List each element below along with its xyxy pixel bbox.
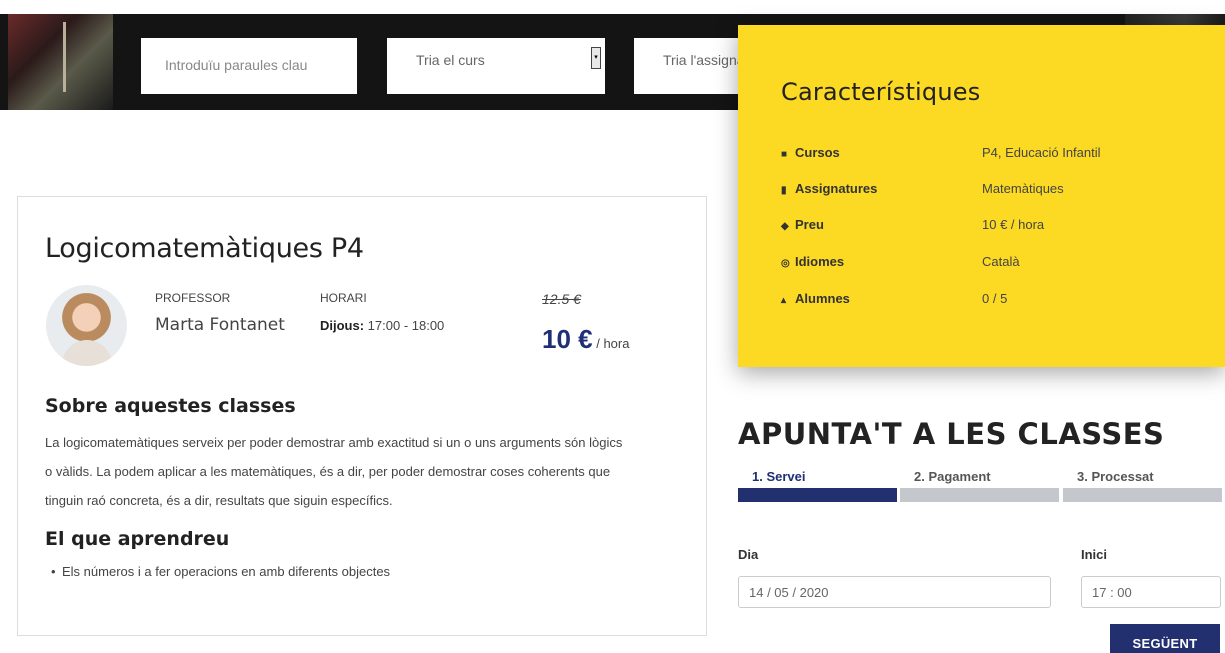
course-select-label: Tria el curs bbox=[416, 52, 485, 68]
keyword-search-input[interactable]: Introduïu paraules clau bbox=[141, 38, 357, 94]
feature-value: Català bbox=[982, 254, 1020, 269]
select-arrow-icon[interactable]: ▾ bbox=[591, 47, 601, 69]
features-title: Característiques bbox=[781, 78, 981, 106]
feature-row-students: ▴ Alumnes 0 / 5 bbox=[781, 291, 1211, 311]
day-label: Dia bbox=[738, 547, 759, 562]
course-select[interactable]: Tria el curs ▾ bbox=[387, 38, 605, 94]
feature-label-text: Cursos bbox=[795, 145, 840, 160]
feature-label-text: Alumnes bbox=[795, 291, 850, 306]
next-button[interactable]: SEGÜENT bbox=[1110, 624, 1220, 653]
class-card: Logicomatemàtiques P4 PROFESSOR Marta Fo… bbox=[17, 196, 707, 636]
start-label: Inici bbox=[1081, 547, 1108, 562]
feature-row-courses: ■ Cursos P4, Educació Infantil bbox=[781, 145, 1211, 165]
subject-select[interactable]: Tria l'assignatura bbox=[634, 38, 744, 94]
header-image bbox=[8, 14, 113, 110]
about-title: Sobre aquestes classes bbox=[45, 395, 296, 417]
feature-label: ◎ Idiomes bbox=[781, 254, 844, 269]
feature-label-text: Idiomes bbox=[795, 254, 845, 269]
teacher-avatar bbox=[46, 285, 127, 366]
tag-icon: ◆ bbox=[781, 221, 789, 232]
schedule-label: HORARI bbox=[320, 291, 367, 305]
schedule-value: Dijous: 17:00 - 18:00 bbox=[320, 318, 444, 333]
step-progress-service bbox=[738, 488, 897, 502]
step-service[interactable]: 1. Servei bbox=[752, 469, 806, 484]
briefcase-icon: ■ bbox=[781, 149, 788, 160]
subject-select-label: Tria l'assignatura bbox=[663, 52, 744, 68]
about-line: La logicomatemàtiques serveix per poder … bbox=[45, 435, 623, 450]
learn-title: El que aprendreu bbox=[45, 528, 230, 550]
feature-value: 0 / 5 bbox=[982, 291, 1008, 306]
step-progress-processed bbox=[1063, 488, 1222, 502]
schedule-time: 17:00 - 18:00 bbox=[364, 318, 445, 333]
price-value: 10 € bbox=[542, 324, 593, 354]
learn-list-item: Els números i a fer operacions en amb di… bbox=[51, 564, 390, 579]
about-line: tinguin raó concreta, és a dir, resultat… bbox=[45, 493, 393, 508]
about-description: La logicomatemàtiques serveix per poder … bbox=[45, 428, 695, 515]
enroll-title: APUNTA'T A LES CLASSES bbox=[738, 417, 1165, 451]
price: 10 € / hora bbox=[542, 324, 629, 355]
step-processed[interactable]: 3. Processat bbox=[1077, 469, 1154, 484]
step-payment[interactable]: 2. Pagament bbox=[914, 469, 991, 484]
feature-value: Matemàtiques bbox=[982, 181, 1064, 196]
feature-row-price: ◆ Preu 10 € / hora bbox=[781, 217, 1211, 237]
feature-label-text: Assignatures bbox=[795, 181, 878, 196]
feature-label-text: Preu bbox=[795, 217, 824, 232]
about-line: o vàlids. La podem aplicar a les matemàt… bbox=[45, 464, 611, 479]
features-panel: Característiques ■ Cursos P4, Educació In… bbox=[738, 25, 1225, 367]
feature-label: ▮ Assignatures bbox=[781, 181, 877, 196]
book-icon: ▮ bbox=[781, 185, 787, 196]
step-progress-payment bbox=[900, 488, 1059, 502]
feature-row-languages: ◎ Idiomes Català bbox=[781, 254, 1211, 274]
teacher-name[interactable]: Marta Fontanet bbox=[155, 315, 285, 335]
class-title: Logicomatemàtiques P4 bbox=[45, 233, 364, 264]
feature-label: ◆ Preu bbox=[781, 217, 824, 232]
feature-label: ▴ Alumnes bbox=[781, 291, 850, 306]
teacher-label: PROFESSOR bbox=[155, 291, 231, 305]
feature-value: P4, Educació Infantil bbox=[982, 145, 1101, 160]
feature-value: 10 € / hora bbox=[982, 217, 1045, 232]
feature-label: ■ Cursos bbox=[781, 145, 840, 160]
price-unit: / hora bbox=[592, 336, 630, 351]
day-input[interactable]: 14 / 05 / 2020 bbox=[738, 576, 1051, 608]
globe-icon: ◎ bbox=[781, 258, 790, 269]
old-price: 12.5 € bbox=[542, 291, 581, 307]
start-time-input[interactable]: 17 : 00 bbox=[1081, 576, 1221, 608]
user-icon: ▴ bbox=[781, 295, 787, 306]
feature-row-subjects: ▮ Assignatures Matemàtiques bbox=[781, 181, 1211, 201]
schedule-day: Dijous: bbox=[320, 318, 365, 333]
